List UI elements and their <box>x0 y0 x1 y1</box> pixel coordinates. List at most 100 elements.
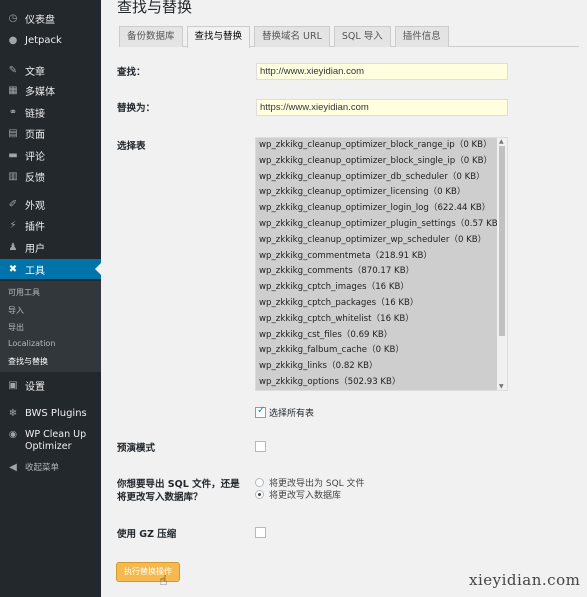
table-option[interactable]: wp_zkkikg_cleanup_optimizer_plugin_setti… <box>256 217 497 233</box>
table-option[interactable]: wp_zkkikg_commentmeta（218.91 KB） <box>256 249 497 265</box>
table-option[interactable]: wp_zkkikg_falbum_cache（0 KB） <box>256 343 497 359</box>
export-sql-radio[interactable] <box>255 478 264 487</box>
sidebar-item-settings[interactable]: ▣ 设置 <box>0 375 101 395</box>
page-icon: ▤ <box>8 127 18 139</box>
sidebar-item-users[interactable]: ♟ 用户 <box>0 237 101 257</box>
sidebar-item-label: 评论 <box>25 151 45 163</box>
select-all-checkbox[interactable] <box>255 405 266 418</box>
sidebar-item-pages[interactable]: ▤ 页面 <box>0 123 101 143</box>
tools-submenu: 可用工具 导入 导出 Localization 查找与替换 <box>0 281 101 372</box>
sidebar-item-media[interactable]: ▦ 多媒体 <box>0 80 101 100</box>
sidebar-item-jetpack[interactable]: ● Jetpack <box>0 30 101 50</box>
tab-sql-import[interactable]: SQL 导入 <box>333 26 391 47</box>
gz-label: 使用 GZ 压缩 <box>117 529 177 540</box>
user-icon: ♟ <box>8 241 18 253</box>
sidebar-item-label: 工具 <box>25 265 45 277</box>
dry-run-checkbox[interactable] <box>255 441 266 452</box>
table-option[interactable]: wp_zkkikg_cleanup_optimizer_licensing（0 … <box>256 185 497 201</box>
table-option[interactable]: wp_zkkikg_cptch_images（16 KB） <box>256 280 497 296</box>
sidebar-item-label: 多媒体 <box>25 86 55 98</box>
submenu-item-export[interactable]: 导出 <box>8 322 24 333</box>
tables-label: 选择表 <box>117 141 146 152</box>
sidebar-item-label: 仪表盘 <box>25 14 55 26</box>
jetpack-icon: ● <box>8 34 18 46</box>
tab-backup-database[interactable]: 备份数据库 <box>119 26 183 47</box>
comment-icon: ▬ <box>8 149 18 161</box>
wrench-icon: ✖ <box>8 263 18 275</box>
sidebar-item-label: BWS Plugins <box>25 407 87 419</box>
sidebar-item-label: 反馈 <box>25 172 45 184</box>
sidebar-item-feedback[interactable]: ▥ 反馈 <box>0 166 101 186</box>
brush-icon: ✐ <box>8 198 18 210</box>
pin-icon: ✎ <box>8 64 18 76</box>
tab-replace-domain-url[interactable]: 替换域名 URL <box>254 26 330 47</box>
sidebar-item-bws-plugins[interactable]: ❄ BWS Plugins <box>0 403 101 423</box>
search-input[interactable] <box>256 63 508 80</box>
table-option[interactable]: wp_zkkikg_cleanup_optimizer_block_range_… <box>256 138 497 154</box>
replace-label: 替换为： <box>117 103 156 114</box>
table-option[interactable]: wp_zkkikg_cptch_whitelist（16 KB） <box>256 312 497 328</box>
table-option[interactable]: wp_zkkikg_cptch_packages（16 KB） <box>256 296 497 312</box>
table-option[interactable]: wp_zkkikg_cst_files（0.69 KB） <box>256 328 497 344</box>
submenu-item-localization[interactable]: Localization <box>8 339 55 348</box>
sidebar-item-comments[interactable]: ▬ 评论 <box>0 145 101 165</box>
sidebar-item-label: 页面 <box>25 129 45 141</box>
link-icon: ⚭ <box>8 106 18 118</box>
scroll-up-icon[interactable]: ▲ <box>499 138 504 145</box>
sidebar-item-label: Jetpack <box>25 34 62 46</box>
feedback-icon: ▥ <box>8 170 18 182</box>
submenu-item-import[interactable]: 导入 <box>8 305 24 316</box>
scrollbar-thumb[interactable] <box>499 146 505 336</box>
table-option[interactable]: wp_zkkikg_cleanup_optimizer_login_log（62… <box>256 201 497 217</box>
sidebar-item-label: 用户 <box>25 243 45 255</box>
collapse-menu-label: 收起菜单 <box>25 463 60 473</box>
collapse-menu-button[interactable]: ◀ 收起菜单 <box>0 457 101 477</box>
collapse-icon: ◀ <box>9 461 17 473</box>
sidebar-item-wp-clean-up[interactable]: ◉ WP Clean Up Optimizer <box>0 429 101 453</box>
sidebar-item-tools[interactable]: ✖ 工具 <box>0 259 101 279</box>
scroll-down-icon[interactable]: ▼ <box>499 383 504 390</box>
media-icon: ▦ <box>8 84 18 96</box>
plugin-icon: ⚡ <box>9 219 17 231</box>
sidebar-item-plugins[interactable]: ⚡ 插件 <box>0 215 101 235</box>
submenu-item-search-replace[interactable]: 查找与替换 <box>8 356 48 367</box>
admin-sidebar: ◷ 仪表盘 ● Jetpack ✎ 文章 ▦ 多媒体 ⚭ 链接 ▤ 页面 ▬ 评… <box>0 0 101 597</box>
sidebar-item-label: 外观 <box>25 200 45 212</box>
tab-search-replace[interactable]: 查找与替换 <box>186 26 251 48</box>
sidebar-item-label: 链接 <box>25 108 45 120</box>
hand-cursor-icon: ☝ <box>159 573 168 589</box>
page-title: 查找与替换 <box>117 0 193 16</box>
gz-checkbox[interactable] <box>255 527 266 538</box>
sidebar-item-label: 文章 <box>25 66 45 78</box>
sidebar-item-label: 设置 <box>25 381 45 393</box>
export-question: 你想要导出 SQL 文件，还是将更改写入数据库？ <box>117 479 240 503</box>
table-options: wp_zkkikg_cleanup_optimizer_block_range_… <box>256 138 497 390</box>
table-option[interactable]: wp_zkkikg_cleanup_optimizer_wp_scheduler… <box>256 233 497 249</box>
tables-select[interactable]: wp_zkkikg_cleanup_optimizer_block_range_… <box>255 137 508 391</box>
search-label: 查找： <box>117 67 146 78</box>
settings-icon: ▣ <box>8 379 18 391</box>
sidebar-item-label: 插件 <box>25 221 45 233</box>
table-option[interactable]: wp_zkkikg_options（502.93 KB） <box>256 375 497 390</box>
replace-input[interactable] <box>256 99 508 116</box>
sidebar-item-label: WP Clean Up Optimizer <box>25 429 87 452</box>
bws-icon: ❄ <box>8 407 18 419</box>
watermark: xieyidian.com <box>469 571 581 589</box>
sidebar-item-links[interactable]: ⚭ 链接 <box>0 102 101 122</box>
submenu-item-available-tools[interactable]: 可用工具 <box>8 287 40 298</box>
table-option[interactable]: wp_zkkikg_comments（870.17 KB） <box>256 264 497 280</box>
sidebar-item-dashboard[interactable]: ◷ 仪表盘 <box>0 8 101 28</box>
submit-button[interactable]: 执行替换操作 <box>116 562 180 582</box>
tab-bar: 备份数据库 查找与替换 替换域名 URL SQL 导入 插件信息 <box>119 26 579 48</box>
table-option[interactable]: wp_zkkikg_cleanup_optimizer_db_scheduler… <box>256 170 497 186</box>
cleanup-icon: ◉ <box>8 429 18 440</box>
write-db-radio[interactable] <box>255 490 264 499</box>
table-option[interactable]: wp_zkkikg_cleanup_optimizer_block_single… <box>256 154 497 170</box>
sidebar-item-posts[interactable]: ✎ 文章 <box>0 60 101 80</box>
tab-plugin-info[interactable]: 插件信息 <box>394 26 449 47</box>
dashboard-icon: ◷ <box>8 12 18 24</box>
table-option[interactable]: wp_zkkikg_links（0.82 KB） <box>256 359 497 375</box>
scrollbar[interactable]: ▲ ▼ <box>497 138 507 390</box>
dry-run-label: 预演模式 <box>117 443 156 454</box>
sidebar-item-appearance[interactable]: ✐ 外观 <box>0 194 101 214</box>
